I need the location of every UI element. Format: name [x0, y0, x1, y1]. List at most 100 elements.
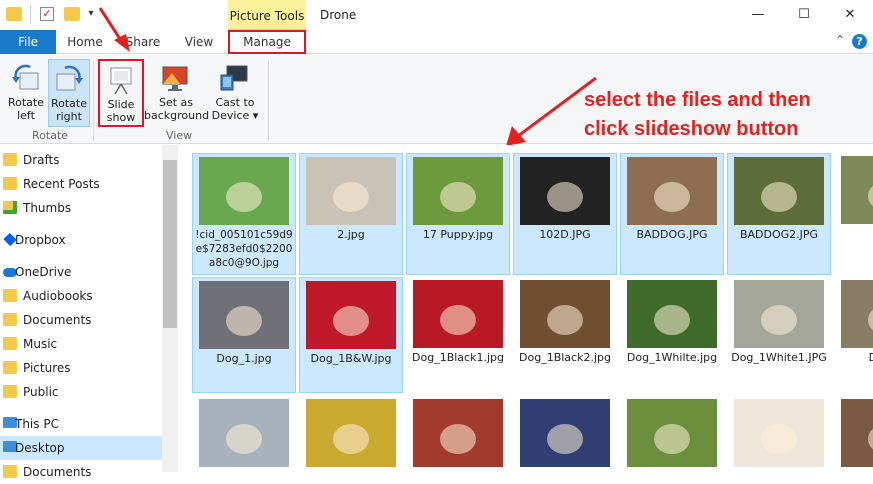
file-item[interactable] — [406, 396, 510, 472]
rotate-right-button[interactable]: Rotate right — [48, 59, 90, 127]
file-name: BADDOG.JPG — [636, 228, 708, 241]
help-icon[interactable]: ? — [852, 34, 867, 49]
close-button[interactable]: ✕ — [827, 0, 873, 30]
rotate-right-label-line1: Rotate — [50, 97, 87, 110]
tab-share[interactable]: Share — [120, 30, 166, 54]
nav-item-documents[interactable]: Documents — [0, 308, 162, 332]
file-item[interactable]: !cid_005101c59d9e$7283efd0$2200a8c0@9O.j… — [192, 153, 296, 275]
file-item[interactable]: Dog — [834, 153, 873, 275]
dog-shape — [761, 305, 797, 335]
photo-thumbnail — [520, 280, 610, 348]
rotate-right-label-line2: right — [56, 110, 82, 123]
folder-icon — [3, 153, 17, 166]
file-name: Dog_1B&W.jpg — [310, 352, 392, 365]
ribbon-group-divider — [268, 61, 269, 141]
file-item[interactable]: Dog_1B&W.jpg — [299, 277, 403, 393]
file-item[interactable] — [620, 396, 724, 472]
tab-view[interactable]: View — [178, 30, 220, 54]
file-item[interactable] — [192, 396, 296, 472]
thumbnail-background — [841, 399, 873, 467]
folder-sync-icon — [3, 201, 17, 214]
file-item[interactable]: 2.jpg — [299, 153, 403, 275]
file-item[interactable]: Dog_1Whilte.jpg — [620, 277, 724, 393]
set-as-background-button[interactable]: Set as background — [144, 59, 210, 127]
file-item[interactable]: 102D.JPG — [513, 153, 617, 275]
file-name: Dog_1 — [868, 351, 873, 364]
tab-home[interactable]: Home — [64, 30, 106, 54]
nav-item-desktop[interactable]: Desktop — [0, 436, 162, 460]
photo-thumbnail — [734, 399, 824, 467]
customize-toolbar-chevron-icon[interactable]: ▾ — [86, 7, 96, 21]
maximize-button[interactable]: ☐ — [781, 0, 827, 30]
rotate-left-button[interactable]: Rotate left — [4, 59, 48, 127]
nav-item-label: Dropbox — [15, 233, 66, 247]
dog-shape — [333, 182, 369, 212]
nav-item-pictures[interactable]: Pictures — [0, 356, 162, 380]
file-item[interactable]: Dog_1 — [834, 277, 873, 393]
photo-thumbnail — [520, 157, 610, 225]
photo-thumbnail — [199, 399, 289, 467]
file-item[interactable] — [513, 396, 617, 472]
collapse-ribbon-chevron-icon[interactable]: ⌃ — [835, 33, 845, 47]
photo-thumbnail — [199, 157, 289, 225]
photo-thumbnail — [627, 157, 717, 225]
file-item[interactable]: BADDOG2.JPG — [727, 153, 831, 275]
file-item[interactable] — [299, 396, 403, 472]
window-title: Drone — [320, 8, 357, 22]
file-name: BADDOG2.JPG — [739, 228, 819, 241]
file-item[interactable] — [834, 396, 873, 472]
cast-to-device-button[interactable]: Cast to Device ▾ — [208, 59, 262, 127]
nav-item-recent-posts[interactable]: Recent Posts — [0, 172, 162, 196]
dog-shape — [226, 424, 262, 454]
nav-item-public[interactable]: Public — [0, 380, 162, 404]
file-item[interactable]: 17 Puppy.jpg — [406, 153, 510, 275]
nav-item-label: Documents — [23, 465, 92, 479]
nav-item-music[interactable]: Music — [0, 332, 162, 356]
dog-shape — [547, 424, 583, 454]
nav-item-label: Music — [23, 337, 58, 351]
nav-item-drafts[interactable]: Drafts — [0, 148, 162, 172]
nav-item-label: Audiobooks — [23, 289, 93, 303]
nav-item-documents[interactable]: Documents — [0, 460, 162, 484]
file-item[interactable]: Dog_1Black1.jpg — [406, 277, 510, 393]
folder-icon — [3, 361, 17, 374]
file-list-view: !cid_005101c59d9e$7283efd0$2200a8c0@9O.j… — [179, 145, 873, 472]
nav-item-thumbs[interactable]: Thumbs — [0, 196, 162, 220]
tab-manage[interactable]: Manage — [228, 30, 306, 54]
file-name: 102D.JPG — [539, 228, 591, 241]
file-name: Dog_1Black2.jpg — [519, 351, 611, 364]
file-item[interactable]: Dog_1White1.JPG — [727, 277, 831, 393]
nav-item-onedrive[interactable]: OneDrive — [0, 260, 162, 284]
set-background-label-line2: background — [144, 109, 210, 122]
file-name: Dog_1White1.JPG — [731, 351, 827, 364]
tab-file[interactable]: File — [0, 30, 56, 54]
thumbnail-background — [841, 156, 873, 224]
cast-label-line1: Cast to — [215, 96, 255, 109]
nav-item-label: Drafts — [23, 153, 60, 167]
minimize-button[interactable]: — — [735, 0, 781, 30]
file-item[interactable]: BADDOG.JPG — [620, 153, 724, 275]
dog-shape — [547, 182, 583, 212]
dog-shape — [333, 306, 369, 336]
file-item[interactable]: Dog_1Black2.jpg — [513, 277, 617, 393]
file-item[interactable] — [727, 396, 831, 472]
set-background-monitor-icon — [162, 66, 188, 91]
slideshow-button[interactable]: Slide show — [98, 59, 144, 127]
nav-scrollbar-thumb[interactable] — [163, 160, 177, 328]
nav-item-this-pc[interactable]: This PC — [0, 412, 162, 436]
annotation-line2: click slideshow button — [584, 118, 799, 140]
file-item[interactable]: Dog_1.jpg — [192, 277, 296, 393]
slideshow-label-line1: Slide — [107, 98, 135, 111]
properties-check-icon[interactable]: ✓ — [40, 7, 54, 21]
file-name: Dog_1.jpg — [216, 352, 272, 365]
folder-icon[interactable] — [6, 7, 22, 21]
ribbon-group-divider — [93, 61, 94, 141]
nav-item-audiobooks[interactable]: Audiobooks — [0, 284, 162, 308]
group-label-view: View — [166, 129, 193, 142]
dog-shape — [226, 182, 262, 212]
nav-item-dropbox[interactable]: Dropbox — [0, 228, 162, 252]
new-folder-icon[interactable] — [64, 7, 80, 21]
folder-icon — [3, 313, 17, 326]
folder-icon — [3, 177, 17, 190]
folder-icon — [3, 337, 17, 350]
